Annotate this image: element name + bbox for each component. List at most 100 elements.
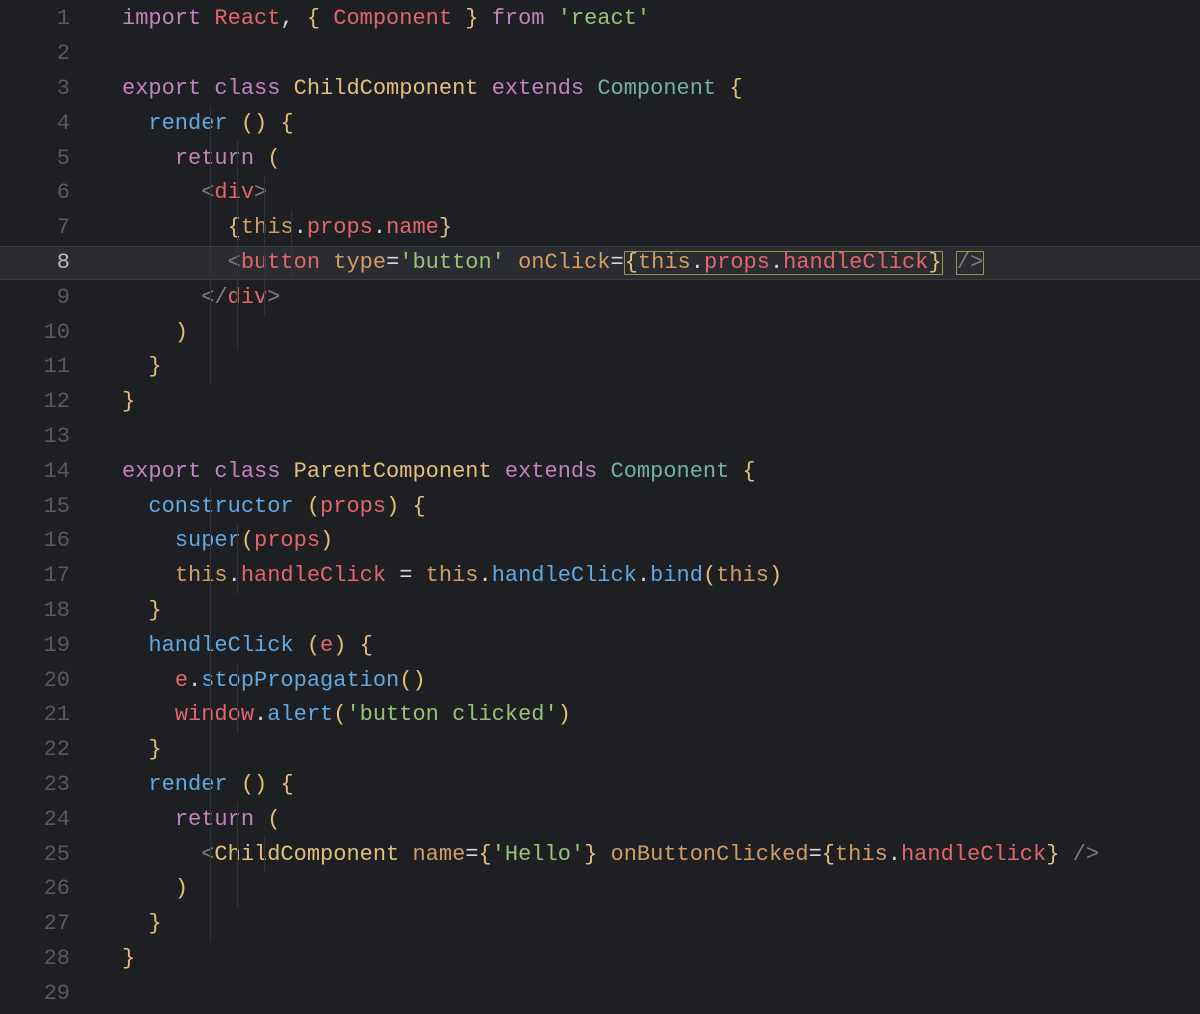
code-line[interactable]: 4 render () { — [0, 106, 1200, 141]
code-content[interactable]: super(props) — [88, 524, 1200, 559]
token: div — [214, 182, 254, 204]
code-line[interactable]: 27 } — [0, 907, 1200, 942]
code-content[interactable]: ) — [88, 872, 1200, 907]
token: } — [584, 844, 597, 866]
code-content[interactable]: export class ParentComponent extends Com… — [88, 454, 1200, 489]
code-content[interactable]: return ( — [88, 141, 1200, 176]
code-line[interactable]: 19 handleClick (e) { — [0, 628, 1200, 663]
code-line[interactable]: 23 render () { — [0, 768, 1200, 803]
code-line[interactable]: 29 — [0, 976, 1200, 1011]
token: bind — [650, 565, 703, 587]
code-content[interactable]: render () { — [88, 768, 1200, 803]
code-content[interactable]: } — [88, 385, 1200, 420]
code-line[interactable]: 8 <button type='button' onClick={this.pr… — [0, 246, 1200, 281]
code-content[interactable]: <div> — [88, 176, 1200, 211]
code-content[interactable]: window.alert('button clicked') — [88, 698, 1200, 733]
line-number: 5 — [0, 141, 88, 176]
token: { — [822, 844, 835, 866]
code-content[interactable]: constructor (props) { — [88, 489, 1200, 524]
code-line[interactable]: 22 } — [0, 733, 1200, 768]
code-line[interactable]: 9 </div> — [0, 280, 1200, 315]
token — [294, 496, 307, 518]
code-line[interactable]: 20 e.stopPropagation() — [0, 663, 1200, 698]
token — [267, 113, 280, 135]
token: { — [280, 113, 293, 135]
token: this — [716, 565, 769, 587]
code-line[interactable]: 1import React, { Component } from 'react… — [0, 2, 1200, 37]
token: extends — [505, 461, 597, 483]
line-number: 16 — [0, 524, 88, 559]
code-line[interactable]: 25 <ChildComponent name={'Hello'} onButt… — [0, 837, 1200, 872]
token: class — [214, 78, 280, 100]
code-content[interactable]: } — [88, 350, 1200, 385]
code-content[interactable] — [88, 420, 1200, 455]
token: { — [280, 774, 293, 796]
line-number: 14 — [0, 454, 88, 489]
code-line[interactable]: 6 <div> — [0, 176, 1200, 211]
line-number: 21 — [0, 698, 88, 733]
token: ( — [307, 635, 320, 657]
code-content[interactable]: handleClick (e) { — [88, 628, 1200, 663]
token: < — [201, 844, 214, 866]
token: ( — [267, 148, 280, 170]
code-line[interactable]: 14export class ParentComponent extends C… — [0, 454, 1200, 489]
token: = — [399, 565, 412, 587]
token: } — [1046, 844, 1059, 866]
code-line[interactable]: 28} — [0, 942, 1200, 977]
code-line[interactable]: 11 } — [0, 350, 1200, 385]
token: } — [148, 600, 161, 622]
token: } — [148, 356, 161, 378]
code-line[interactable]: 2 — [0, 37, 1200, 72]
line-number: 18 — [0, 594, 88, 629]
code-content[interactable]: } — [88, 942, 1200, 977]
code-content[interactable]: ) — [88, 315, 1200, 350]
code-content[interactable] — [88, 37, 1200, 72]
token: button — [241, 252, 320, 274]
code-line[interactable]: 3export class ChildComponent extends Com… — [0, 72, 1200, 107]
code-content[interactable]: render () { — [88, 106, 1200, 141]
indent-guides — [210, 872, 264, 907]
code-line[interactable]: 15 constructor (props) { — [0, 489, 1200, 524]
code-content[interactable]: e.stopPropagation() — [88, 663, 1200, 698]
code-content[interactable]: export class ChildComponent extends Comp… — [88, 72, 1200, 107]
code-content[interactable]: } — [88, 907, 1200, 942]
code-line[interactable]: 26 ) — [0, 872, 1200, 907]
code-line[interactable]: 24 return ( — [0, 802, 1200, 837]
code-content[interactable]: <ChildComponent name={'Hello'} onButtonC… — [88, 837, 1200, 872]
line-number: 8 — [0, 246, 88, 281]
token: </ — [201, 287, 227, 309]
code-content[interactable]: {this.props.name} — [88, 211, 1200, 246]
code-content[interactable]: <button type='button' onClick={this.prop… — [88, 246, 1200, 281]
token: , — [280, 8, 306, 30]
code-line[interactable]: 18 } — [0, 594, 1200, 629]
token — [716, 78, 729, 100]
code-line[interactable]: 13 — [0, 420, 1200, 455]
token: Component — [611, 461, 730, 483]
code-line[interactable]: 21 window.alert('button clicked') — [0, 698, 1200, 733]
line-number: 15 — [0, 489, 88, 524]
code-content[interactable] — [88, 976, 1200, 1011]
line-number: 28 — [0, 942, 88, 977]
token: () — [399, 670, 425, 692]
code-content[interactable]: this.handleClick = this.handleClick.bind… — [88, 559, 1200, 594]
code-line[interactable]: 10 ) — [0, 315, 1200, 350]
token — [254, 809, 267, 831]
token — [399, 496, 412, 518]
code-line[interactable]: 12} — [0, 385, 1200, 420]
code-content[interactable]: </div> — [88, 280, 1200, 315]
token: ) — [333, 635, 346, 657]
code-content[interactable]: } — [88, 594, 1200, 629]
code-content[interactable]: import React, { Component } from 'react' — [88, 2, 1200, 37]
token: . — [691, 250, 704, 275]
code-content[interactable]: } — [88, 733, 1200, 768]
indent-guides — [210, 350, 237, 385]
line-number: 23 — [0, 768, 88, 803]
code-line[interactable]: 7 {this.props.name} — [0, 211, 1200, 246]
code-line[interactable]: 17 this.handleClick = this.handleClick.b… — [0, 559, 1200, 594]
token: 'button clicked' — [346, 704, 557, 726]
code-line[interactable]: 5 return ( — [0, 141, 1200, 176]
code-editor[interactable]: 1import React, { Component } from 'react… — [0, 0, 1200, 1014]
code-line[interactable]: 16 super(props) — [0, 524, 1200, 559]
code-content[interactable]: return ( — [88, 802, 1200, 837]
token: ParentComponent — [294, 461, 492, 483]
